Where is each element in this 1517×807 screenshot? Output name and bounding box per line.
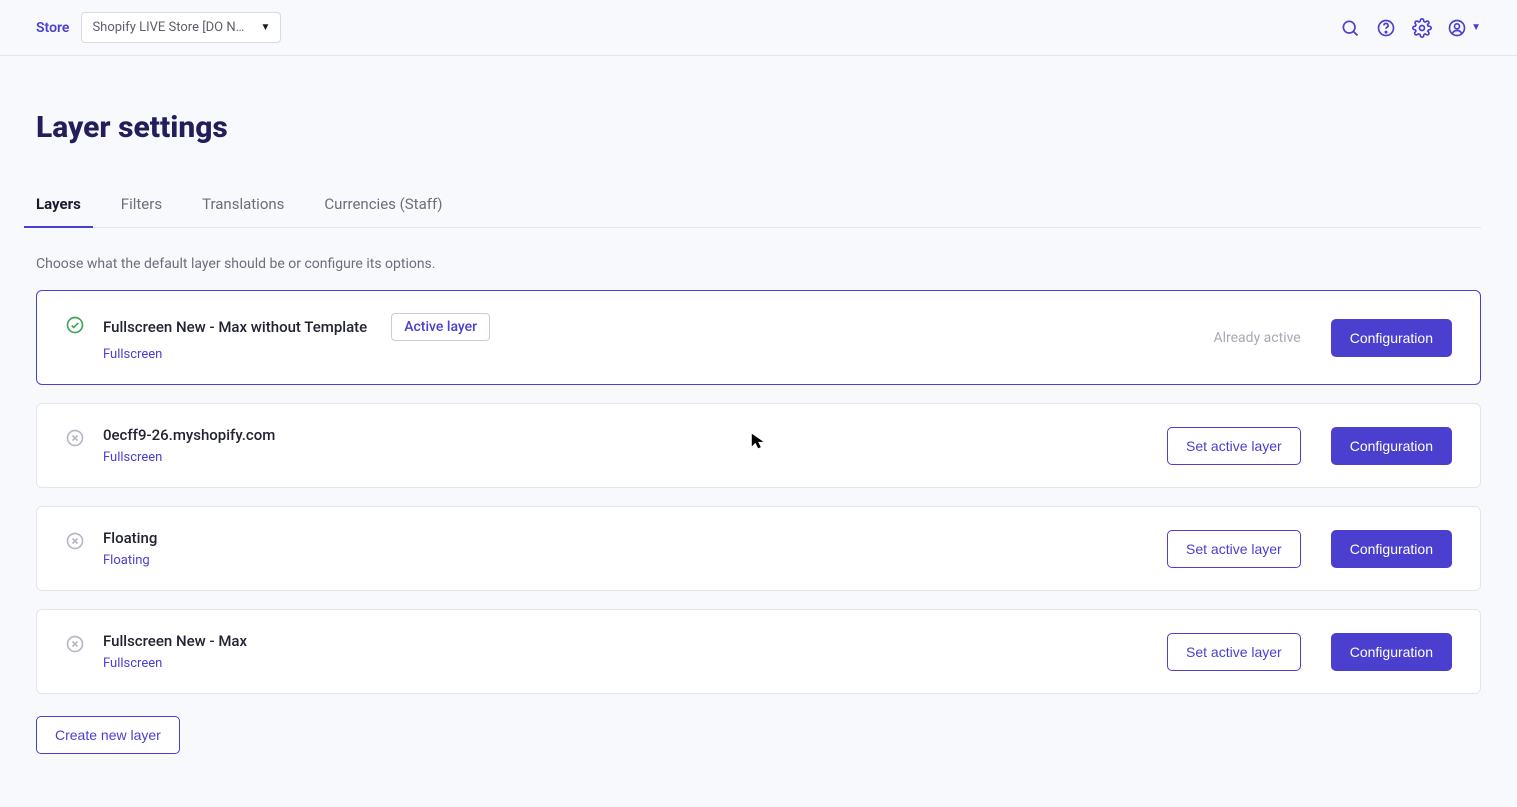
layer-card-left: Floating Floating — [65, 529, 157, 568]
close-circle-icon — [65, 531, 85, 551]
gear-icon[interactable] — [1411, 17, 1433, 39]
layer-type: Fullscreen — [103, 656, 247, 671]
layer-type: Fullscreen — [103, 450, 275, 465]
layer-title: Fullscreen New - Max without Template — [103, 318, 367, 336]
layer-title: Floating — [103, 529, 157, 547]
layer-card-left: Fullscreen New - Max without Template Ac… — [65, 313, 490, 362]
tab-filters[interactable]: Filters — [121, 185, 162, 227]
user-icon — [1447, 18, 1467, 38]
layer-card: 0ecff9-26.myshopify.com Fullscreen Set a… — [36, 403, 1481, 488]
tab-layers[interactable]: Layers — [36, 185, 81, 227]
set-active-button[interactable]: Set active layer — [1167, 427, 1301, 465]
layer-card-left: Fullscreen New - Max Fullscreen — [65, 632, 247, 671]
configuration-button[interactable]: Configuration — [1331, 427, 1452, 465]
page-subtext: Choose what the default layer should be … — [36, 256, 1481, 272]
top-bar-left: Store Shopify LIVE Store [DO N… ▼ — [36, 12, 281, 43]
top-bar-right: ▼ — [1339, 17, 1481, 39]
tabs: Layers Filters Translations Currencies (… — [36, 185, 1481, 228]
active-layer-badge: Active layer — [391, 313, 490, 341]
layer-card-right: Already active Configuration — [1213, 319, 1452, 357]
close-circle-icon — [65, 428, 85, 448]
create-layer-button[interactable]: Create new layer — [36, 716, 180, 754]
caret-down-icon: ▼ — [1471, 22, 1481, 33]
help-icon[interactable] — [1375, 17, 1397, 39]
set-active-button[interactable]: Set active layer — [1167, 633, 1301, 671]
configuration-button[interactable]: Configuration — [1331, 633, 1452, 671]
layer-card-right: Set active layer Configuration — [1167, 633, 1452, 671]
configuration-button[interactable]: Configuration — [1331, 530, 1452, 568]
already-active-text: Already active — [1213, 330, 1300, 346]
caret-down-icon: ▼ — [261, 22, 271, 33]
user-menu[interactable]: ▼ — [1447, 18, 1481, 38]
configuration-button[interactable]: Configuration — [1331, 319, 1452, 357]
tab-translations[interactable]: Translations — [202, 185, 284, 227]
layer-type: Fullscreen — [103, 347, 490, 362]
page-content: Layer settings Layers Filters Translatio… — [0, 56, 1517, 778]
top-bar: Store Shopify LIVE Store [DO N… ▼ ▼ — [0, 0, 1517, 56]
store-selector[interactable]: Shopify LIVE Store [DO N… ▼ — [81, 12, 281, 43]
layer-title: Fullscreen New - Max — [103, 632, 247, 650]
layer-type: Floating — [103, 553, 157, 568]
search-icon[interactable] — [1339, 17, 1361, 39]
layer-card-right: Set active layer Configuration — [1167, 530, 1452, 568]
check-circle-icon — [65, 315, 85, 335]
layer-card-right: Set active layer Configuration — [1167, 427, 1452, 465]
set-active-button[interactable]: Set active layer — [1167, 530, 1301, 568]
store-selected-value: Shopify LIVE Store [DO N… — [92, 20, 244, 35]
layer-card: Fullscreen New - Max without Template Ac… — [36, 290, 1481, 385]
layer-card: Floating Floating Set active layer Confi… — [36, 506, 1481, 591]
close-circle-icon — [65, 634, 85, 654]
page-title: Layer settings — [36, 110, 1481, 145]
layer-card: Fullscreen New - Max Fullscreen Set acti… — [36, 609, 1481, 694]
layer-card-left: 0ecff9-26.myshopify.com Fullscreen — [65, 426, 275, 465]
store-label: Store — [36, 20, 69, 36]
tab-currencies[interactable]: Currencies (Staff) — [324, 185, 442, 227]
layer-title: 0ecff9-26.myshopify.com — [103, 426, 275, 444]
